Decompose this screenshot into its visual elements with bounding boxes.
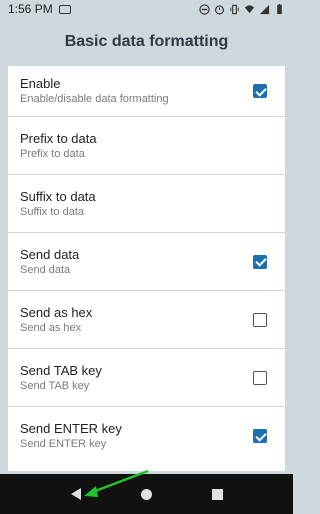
setting-send-data[interactable]: Send data Send data [8,233,285,291]
setting-label: Send TAB key [20,362,102,378]
setting-send-tab-key[interactable]: Send TAB key Send TAB key [8,349,285,407]
setting-send-as-hex[interactable]: Send as hex Send as hex [8,291,285,349]
send-as-hex-checkbox[interactable] [253,312,267,327]
setting-summary: Prefix to data [20,147,85,160]
do-not-disturb-icon [199,3,210,15]
back-button[interactable] [66,484,86,504]
home-icon [141,488,152,500]
setting-suffix-to-data[interactable]: Suffix to data Suffix to data [8,175,285,233]
wifi-icon [244,4,255,13]
enable-checkbox[interactable] [253,84,267,98]
send-data-checkbox[interactable] [253,254,267,269]
alarm-icon [214,4,225,14]
status-bar: 1:56 PM [0,0,293,18]
recents-button[interactable] [208,484,228,504]
back-icon [70,488,81,500]
battery-icon [277,3,282,14]
recents-icon [212,488,223,500]
setting-summary: Send as hex [20,321,82,334]
navigation-bar [0,474,293,514]
setting-enable[interactable]: Enable Enable/disable data formatting [8,66,285,117]
vibrate-icon [230,4,239,14]
status-time: 1:56 PM [8,2,53,16]
status-icons [199,3,285,15]
setting-summary: Send data [20,263,71,276]
app-bar: Basic data formatting [0,18,293,66]
setting-label: Send data [20,246,80,262]
page-title: Basic data formatting [64,33,229,50]
setting-summary: Enable/disable data formatting [20,93,169,105]
setting-send-enter-key[interactable]: Send ENTER key Send ENTER key [8,407,285,465]
app-indicator-icon [58,4,71,14]
setting-prefix-to-data[interactable]: Prefix to data Prefix to data [8,117,285,175]
home-button[interactable] [137,484,157,504]
setting-label: Prefix to data [20,130,97,146]
signal-icon [259,4,270,14]
setting-summary: Suffix to data [20,205,85,218]
send-tab-key-checkbox[interactable] [253,370,267,385]
setting-label: Send ENTER key [20,421,122,436]
send-enter-key-checkbox[interactable] [253,429,267,443]
setting-label: Suffix to data [20,188,96,204]
setting-summary: Send ENTER key [20,438,107,450]
settings-list: Enable Enable/disable data formatting Pr… [8,66,285,471]
setting-label: Send as hex [20,304,93,320]
setting-summary: Send TAB key [20,379,90,392]
setting-label: Enable [20,76,61,91]
